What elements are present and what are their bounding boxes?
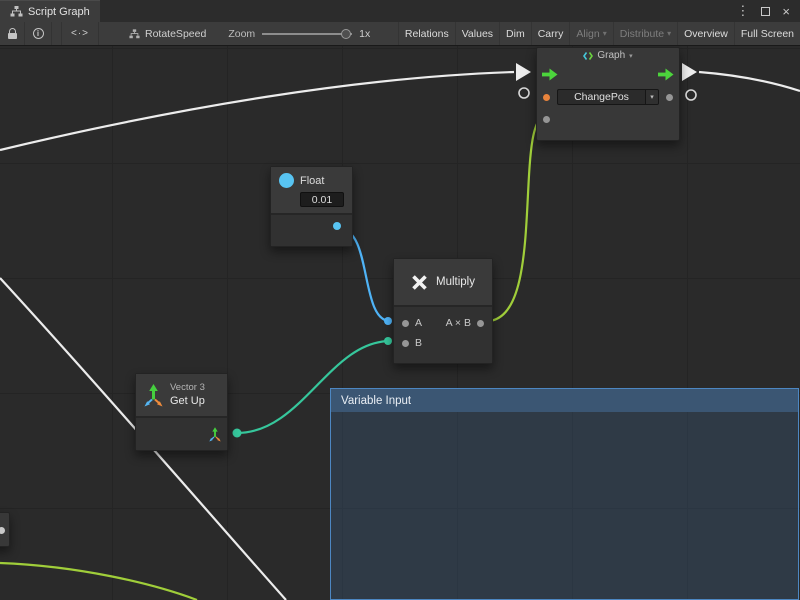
multiply-output-label: A × B: [446, 317, 471, 329]
code-icon: <·>: [71, 28, 89, 39]
zoom-slider[interactable]: [262, 33, 352, 35]
graph-name: RotateSpeed: [145, 28, 206, 40]
toolbar-buttons: Relations Values Dim Carry Align ▾ Distr…: [398, 22, 800, 45]
vector3-output-icon[interactable]: [209, 427, 221, 442]
subgraph-flow-row: [537, 63, 679, 86]
float-value-field[interactable]: 0.01: [300, 192, 344, 207]
subgraph-value-row: ChangePos ▾: [537, 86, 679, 108]
float-title: Float: [300, 175, 324, 187]
flow-in-port[interactable]: [542, 68, 558, 81]
window-controls: ⋮ ×: [726, 0, 800, 22]
multiply-header: Multiply: [394, 259, 492, 305]
node-multiply[interactable]: Multiply A A × B B: [393, 258, 493, 364]
multiply-input-b-label: B: [415, 337, 422, 349]
multiply-ports: A A × B B: [394, 305, 492, 363]
group-variable-input[interactable]: Variable Input: [330, 388, 799, 600]
zoom-thumb[interactable]: [341, 29, 351, 39]
values-button[interactable]: Values: [455, 22, 499, 45]
chevron-down-icon: ▾: [667, 29, 671, 38]
multiply-a-connection-dot[interactable]: [384, 317, 392, 325]
maximize-icon[interactable]: [761, 7, 770, 16]
tab-bar: Script Graph ⋮ ×: [0, 0, 800, 22]
graph-toolbar: i <·> RotateSpeed Zoom 1x Relations Valu…: [0, 22, 800, 46]
vector-header: Vector 3 Get Up: [136, 374, 227, 416]
multiply-icon: [411, 274, 428, 291]
connection-ring-right[interactable]: [686, 90, 696, 100]
subgraph-title: Graph: [597, 50, 625, 61]
info-button[interactable]: i: [25, 22, 52, 45]
float-output-port[interactable]: [333, 222, 341, 230]
wire-multiply-to-graph[interactable]: [487, 115, 547, 321]
tabbar-spacer: [100, 0, 727, 22]
float-type-icon: [279, 173, 294, 188]
node-vector3-get-up[interactable]: Vector 3 Get Up: [135, 373, 228, 451]
changepos-dropdown[interactable]: ChangePos ▾: [557, 89, 659, 105]
distribute-button[interactable]: Distribute ▾: [613, 22, 677, 45]
multiply-title: Multiply: [436, 276, 475, 288]
chevron-down-icon: ▾: [603, 29, 607, 38]
node-offscreen-stub[interactable]: [0, 512, 10, 547]
graph-icon: [583, 51, 593, 61]
kebab-menu-icon[interactable]: ⋮: [736, 3, 749, 19]
info-icon: i: [33, 28, 44, 39]
data-input-port[interactable]: [543, 116, 550, 123]
node-changepos-graph[interactable]: Graph ▾ ChangePos ▾: [536, 47, 680, 141]
float-ports: [271, 213, 352, 246]
chevron-down-icon: ▾: [645, 90, 658, 104]
relations-button[interactable]: Relations: [398, 22, 455, 45]
lock-icon: [8, 28, 17, 39]
script-graph-icon: [10, 6, 23, 17]
dim-button[interactable]: Dim: [499, 22, 531, 45]
float-header: Float 0.01: [271, 167, 352, 213]
flow-out-port[interactable]: [658, 68, 674, 81]
align-label: Align: [576, 28, 599, 40]
flow-arrowhead-in: [516, 63, 531, 81]
wire-flow-in[interactable]: [0, 72, 514, 150]
flow-arrowhead-out: [682, 63, 697, 81]
stub-output-port[interactable]: [0, 527, 5, 534]
carry-button[interactable]: Carry: [531, 22, 570, 45]
multiply-input-a-port[interactable]: [402, 320, 409, 327]
subgraph-extra-row: [537, 108, 679, 130]
multiply-output-port[interactable]: [477, 320, 484, 327]
fullscreen-button[interactable]: Full Screen: [734, 22, 800, 45]
group-title[interactable]: Variable Input: [331, 389, 798, 412]
tab-script-graph[interactable]: Script Graph: [0, 0, 100, 22]
wire-bottom-green[interactable]: [0, 563, 197, 600]
graph-asset-icon: [129, 29, 140, 39]
multiply-input-b-port[interactable]: [402, 340, 409, 347]
subgraph-header[interactable]: Graph ▾: [537, 48, 679, 63]
close-icon[interactable]: ×: [782, 4, 790, 19]
align-button[interactable]: Align ▾: [569, 22, 612, 45]
value-input-port[interactable]: [543, 94, 550, 101]
vector-type-label: Vector 3: [170, 382, 205, 394]
value-output-port[interactable]: [666, 94, 673, 101]
graph-canvas[interactable]: Variable Input: [0, 46, 800, 600]
vector-ports: [136, 416, 227, 450]
multiply-input-a-label: A: [415, 317, 422, 329]
tab-label: Script Graph: [28, 6, 90, 18]
distribute-label: Distribute: [620, 28, 664, 40]
wire-flow-out[interactable]: [699, 72, 800, 91]
insert-node-button[interactable]: <·>: [61, 22, 99, 45]
graph-breadcrumb[interactable]: RotateSpeed: [129, 28, 206, 40]
script-graph-window: Script Graph ⋮ × i <·> Ro: [0, 0, 800, 600]
multiply-b-connection-dot[interactable]: [384, 337, 392, 345]
lock-button[interactable]: [0, 22, 25, 45]
zoom-label: Zoom: [228, 28, 255, 40]
chevron-down-icon: ▾: [629, 52, 633, 60]
changepos-dropdown-value: ChangePos: [558, 91, 645, 103]
overview-button[interactable]: Overview: [677, 22, 734, 45]
zoom-value: 1x: [359, 28, 370, 40]
connection-ring-left[interactable]: [519, 88, 529, 98]
zoom-control: Zoom 1x: [228, 28, 370, 40]
vector-action-label: Get Up: [170, 394, 205, 408]
vector-output-connection-dot[interactable]: [233, 429, 242, 438]
node-float[interactable]: Float 0.01: [270, 166, 353, 247]
vector3-icon: [144, 384, 163, 407]
